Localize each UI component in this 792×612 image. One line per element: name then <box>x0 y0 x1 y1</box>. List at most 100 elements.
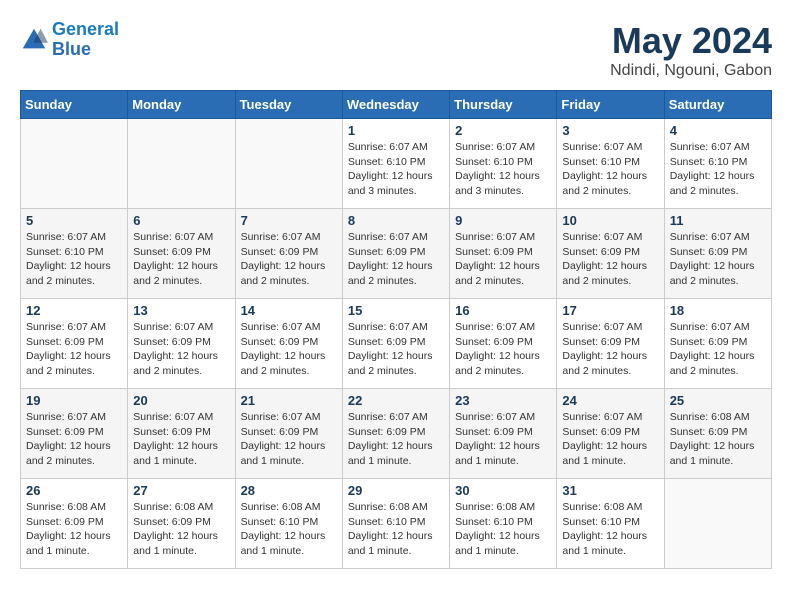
day-number: 14 <box>241 303 337 318</box>
calendar-day-cell: 29Sunrise: 6:08 AM Sunset: 6:10 PM Dayli… <box>342 479 449 569</box>
day-number: 24 <box>562 393 658 408</box>
calendar-day-cell: 21 Sunrise: 6:07 AM Sunset: 6:09 PM Dayli… <box>235 389 342 479</box>
calendar-day-cell: 20 Sunrise: 6:07 AM Sunset: 6:09 PM Dayli… <box>128 389 235 479</box>
day-number: 22 <box>348 393 444 408</box>
day-number: 29 <box>348 483 444 498</box>
day-number: 13 <box>133 303 229 318</box>
weekday-header-cell: Friday <box>557 91 664 119</box>
day-number: 3 <box>562 123 658 138</box>
day-number: 28 <box>241 483 337 498</box>
day-number: 15 <box>348 303 444 318</box>
month-title: May 2024 <box>610 20 772 62</box>
calendar-day-cell: 14 Sunrise: 6:07 AM Sunset: 6:09 PM Dayli… <box>235 299 342 389</box>
weekday-header-cell: Tuesday <box>235 91 342 119</box>
calendar-day-cell: 12 Sunrise: 6:07 AM Sunset: 6:09 PM Dayli… <box>21 299 128 389</box>
day-info: Sunrise: 6:07 AM Sunset: 6:10 PM Dayligh… <box>26 230 122 289</box>
calendar-body: 1 Sunrise: 6:07 AM Sunset: 6:10 PM Daylig… <box>21 119 772 569</box>
calendar-day-cell: 5 Sunrise: 6:07 AM Sunset: 6:10 PM Daylig… <box>21 209 128 299</box>
calendar-day-cell: 6Sunrise: 6:07 AM Sunset: 6:09 PM Daylig… <box>128 209 235 299</box>
day-number: 4 <box>670 123 766 138</box>
weekday-header-cell: Thursday <box>450 91 557 119</box>
day-info: Sunrise: 6:07 AM Sunset: 6:09 PM Dayligh… <box>133 230 229 289</box>
day-number: 12 <box>26 303 122 318</box>
day-number: 20 <box>133 393 229 408</box>
day-info: Sunrise: 6:07 AM Sunset: 6:09 PM Dayligh… <box>241 320 337 379</box>
day-info: Sunrise: 6:07 AM Sunset: 6:10 PM Dayligh… <box>670 140 766 199</box>
day-info: Sunrise: 6:08 AM Sunset: 6:09 PM Dayligh… <box>133 500 229 559</box>
day-number: 5 <box>26 213 122 228</box>
day-number: 18 <box>670 303 766 318</box>
calendar-table: SundayMondayTuesdayWednesdayThursdayFrid… <box>20 90 772 569</box>
logo-text: General Blue <box>52 20 119 60</box>
day-info: Sunrise: 6:07 AM Sunset: 6:09 PM Dayligh… <box>133 320 229 379</box>
day-number: 10 <box>562 213 658 228</box>
calendar-day-cell: 31 Sunrise: 6:08 AM Sunset: 6:10 PM Dayli… <box>557 479 664 569</box>
calendar-day-cell: 15 Sunrise: 6:07 AM Sunset: 6:09 PM Dayli… <box>342 299 449 389</box>
calendar-day-cell <box>664 479 771 569</box>
weekday-header-cell: Wednesday <box>342 91 449 119</box>
weekday-header-cell: Saturday <box>664 91 771 119</box>
day-info: Sunrise: 6:07 AM Sunset: 6:09 PM Dayligh… <box>26 320 122 379</box>
calendar-week-row: 12 Sunrise: 6:07 AM Sunset: 6:09 PM Dayli… <box>21 299 772 389</box>
calendar-day-cell: 2Sunrise: 6:07 AM Sunset: 6:10 PM Daylig… <box>450 119 557 209</box>
location-title: Ndindi, Ngouni, Gabon <box>610 62 772 80</box>
calendar-week-row: 1 Sunrise: 6:07 AM Sunset: 6:10 PM Daylig… <box>21 119 772 209</box>
page-header: General Blue May 2024 Ndindi, Ngouni, Ga… <box>20 20 772 80</box>
calendar-day-cell: 13 Sunrise: 6:07 AM Sunset: 6:09 PM Dayli… <box>128 299 235 389</box>
calendar-day-cell: 24Sunrise: 6:07 AM Sunset: 6:09 PM Dayli… <box>557 389 664 479</box>
calendar-day-cell: 30Sunrise: 6:08 AM Sunset: 6:10 PM Dayli… <box>450 479 557 569</box>
calendar-day-cell: 18 Sunrise: 6:07 AM Sunset: 6:09 PM Dayli… <box>664 299 771 389</box>
day-info: Sunrise: 6:07 AM Sunset: 6:09 PM Dayligh… <box>455 230 551 289</box>
day-info: Sunrise: 6:07 AM Sunset: 6:10 PM Dayligh… <box>562 140 658 199</box>
day-info: Sunrise: 6:07 AM Sunset: 6:09 PM Dayligh… <box>455 320 551 379</box>
day-number: 1 <box>348 123 444 138</box>
day-info: Sunrise: 6:07 AM Sunset: 6:09 PM Dayligh… <box>348 410 444 469</box>
day-info: Sunrise: 6:08 AM Sunset: 6:09 PM Dayligh… <box>26 500 122 559</box>
calendar-day-cell: 4 Sunrise: 6:07 AM Sunset: 6:10 PM Daylig… <box>664 119 771 209</box>
day-info: Sunrise: 6:08 AM Sunset: 6:09 PM Dayligh… <box>670 410 766 469</box>
weekday-header-row: SundayMondayTuesdayWednesdayThursdayFrid… <box>21 91 772 119</box>
calendar-day-cell: 9 Sunrise: 6:07 AM Sunset: 6:09 PM Daylig… <box>450 209 557 299</box>
title-block: May 2024 Ndindi, Ngouni, Gabon <box>610 20 772 80</box>
day-info: Sunrise: 6:07 AM Sunset: 6:09 PM Dayligh… <box>133 410 229 469</box>
day-number: 23 <box>455 393 551 408</box>
calendar-week-row: 26 Sunrise: 6:08 AM Sunset: 6:09 PM Dayli… <box>21 479 772 569</box>
day-info: Sunrise: 6:07 AM Sunset: 6:09 PM Dayligh… <box>26 410 122 469</box>
calendar-day-cell: 27 Sunrise: 6:08 AM Sunset: 6:09 PM Dayli… <box>128 479 235 569</box>
calendar-week-row: 5 Sunrise: 6:07 AM Sunset: 6:10 PM Daylig… <box>21 209 772 299</box>
weekday-header-cell: Sunday <box>21 91 128 119</box>
calendar-day-cell <box>21 119 128 209</box>
calendar-day-cell: 7Sunrise: 6:07 AM Sunset: 6:09 PM Daylig… <box>235 209 342 299</box>
day-info: Sunrise: 6:07 AM Sunset: 6:09 PM Dayligh… <box>348 320 444 379</box>
day-info: Sunrise: 6:08 AM Sunset: 6:10 PM Dayligh… <box>241 500 337 559</box>
day-info: Sunrise: 6:07 AM Sunset: 6:09 PM Dayligh… <box>562 320 658 379</box>
day-info: Sunrise: 6:07 AM Sunset: 6:09 PM Dayligh… <box>670 320 766 379</box>
calendar-day-cell: 16Sunrise: 6:07 AM Sunset: 6:09 PM Dayli… <box>450 299 557 389</box>
calendar-day-cell: 17 Sunrise: 6:07 AM Sunset: 6:09 PM Dayli… <box>557 299 664 389</box>
day-info: Sunrise: 6:07 AM Sunset: 6:10 PM Dayligh… <box>455 140 551 199</box>
calendar-day-cell: 8 Sunrise: 6:07 AM Sunset: 6:09 PM Daylig… <box>342 209 449 299</box>
day-number: 25 <box>670 393 766 408</box>
day-info: Sunrise: 6:07 AM Sunset: 6:09 PM Dayligh… <box>455 410 551 469</box>
day-info: Sunrise: 6:07 AM Sunset: 6:09 PM Dayligh… <box>348 230 444 289</box>
day-number: 8 <box>348 213 444 228</box>
day-number: 26 <box>26 483 122 498</box>
day-number: 21 <box>241 393 337 408</box>
day-info: Sunrise: 6:08 AM Sunset: 6:10 PM Dayligh… <box>562 500 658 559</box>
calendar-day-cell: 22 Sunrise: 6:07 AM Sunset: 6:09 PM Dayli… <box>342 389 449 479</box>
calendar-day-cell: 3 Sunrise: 6:07 AM Sunset: 6:10 PM Daylig… <box>557 119 664 209</box>
day-info: Sunrise: 6:07 AM Sunset: 6:09 PM Dayligh… <box>241 410 337 469</box>
day-number: 30 <box>455 483 551 498</box>
day-number: 9 <box>455 213 551 228</box>
day-number: 7 <box>241 213 337 228</box>
calendar-day-cell: 25 Sunrise: 6:08 AM Sunset: 6:09 PM Dayli… <box>664 389 771 479</box>
weekday-header-cell: Monday <box>128 91 235 119</box>
day-info: Sunrise: 6:07 AM Sunset: 6:10 PM Dayligh… <box>348 140 444 199</box>
day-number: 31 <box>562 483 658 498</box>
day-number: 11 <box>670 213 766 228</box>
calendar-day-cell <box>235 119 342 209</box>
day-number: 17 <box>562 303 658 318</box>
day-number: 27 <box>133 483 229 498</box>
calendar-day-cell: 10Sunrise: 6:07 AM Sunset: 6:09 PM Dayli… <box>557 209 664 299</box>
calendar-day-cell: 1 Sunrise: 6:07 AM Sunset: 6:10 PM Daylig… <box>342 119 449 209</box>
